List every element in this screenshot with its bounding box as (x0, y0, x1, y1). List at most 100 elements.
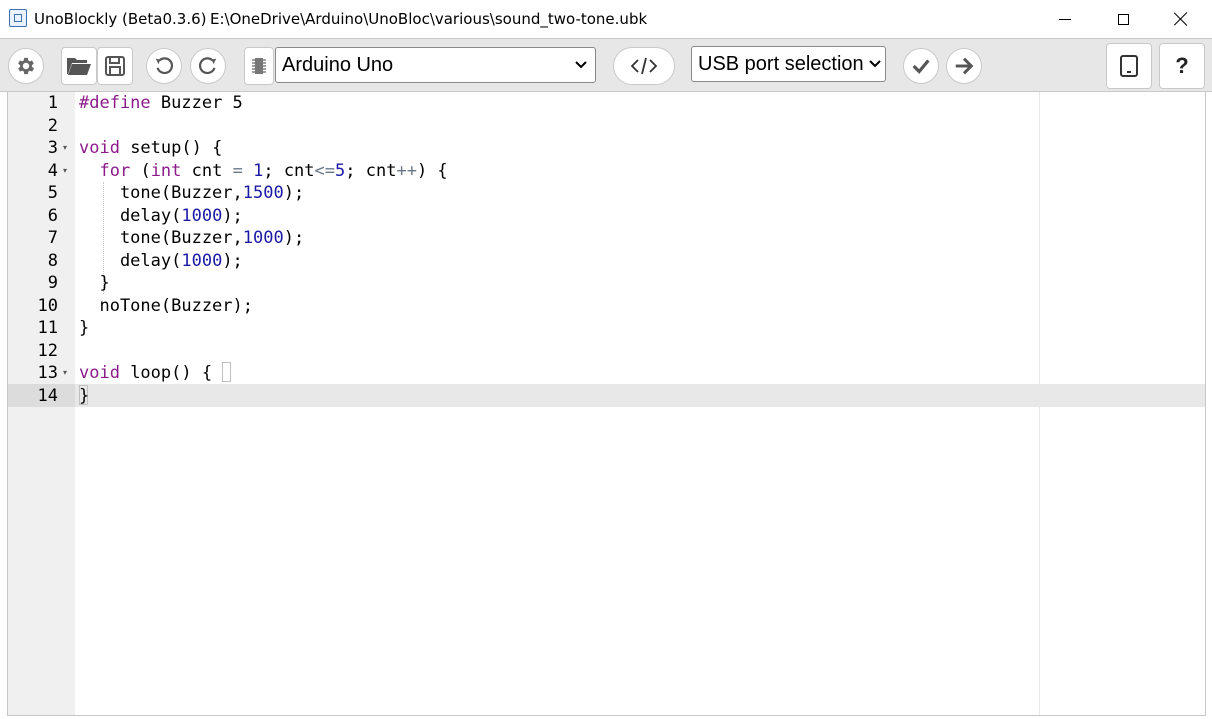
fold-arrow-icon[interactable]: ▾ (63, 137, 67, 160)
code-line[interactable]: 11} (8, 317, 1205, 340)
code-line[interactable]: 10 noTone(Buzzer); (8, 295, 1205, 318)
code-line[interactable]: 4 ▾ for (int cnt = 1; cnt<=5; cnt++) { (8, 160, 1205, 183)
code-line[interactable]: 7 tone(Buzzer,1000); (8, 227, 1205, 250)
code-text: delay(1000); (79, 205, 243, 228)
save-button[interactable] (97, 47, 133, 85)
open-file-button[interactable] (61, 47, 97, 85)
maximize-button[interactable] (1094, 0, 1152, 38)
verify-button[interactable] (903, 48, 939, 84)
code-token: ++ (396, 160, 417, 181)
code-text: } (79, 385, 89, 408)
redo-button[interactable] (190, 48, 226, 84)
code-line[interactable]: 12 (8, 340, 1205, 363)
code-line[interactable]: 13 ▾ void loop() { (8, 362, 1205, 385)
code-token: 1 (253, 160, 264, 181)
redo-icon (199, 57, 217, 75)
code-token: ) { (416, 160, 448, 181)
code-token: ); (222, 205, 243, 226)
code-text: tone(Buzzer,1000); (79, 227, 304, 250)
code-token: } (79, 273, 110, 293)
code-token: = (232, 160, 243, 181)
line-number: 3 (47, 138, 58, 158)
code-text: noTone(Buzzer); (79, 295, 253, 318)
settings-button[interactable] (8, 48, 44, 84)
code-line[interactable]: 8 delay(1000); (8, 250, 1205, 273)
line-number: 2 (47, 115, 58, 136)
fold-arrow-icon[interactable]: ▾ (63, 160, 67, 183)
code-text: void loop() { (79, 362, 212, 385)
code-token: Buzzer 5 (150, 93, 243, 113)
code-text: #define Buzzer 5 (79, 92, 243, 115)
code-token: ; cnt (263, 160, 315, 181)
code-text: tone(Buzzer,1500); (79, 182, 304, 205)
help-icon: ? (1175, 53, 1189, 78)
code-token: } (79, 318, 90, 338)
gear-icon (18, 57, 34, 75)
line-number: 10 (37, 295, 58, 316)
line-number: 5 (47, 183, 58, 203)
save-icon (105, 56, 125, 76)
code-line[interactable]: 2 (8, 115, 1205, 138)
code-token: setup() { (119, 138, 223, 158)
code-token: ); (222, 250, 243, 271)
code-token: delay( (79, 250, 182, 271)
code-line[interactable]: 3 ▾ void setup() { (8, 137, 1205, 160)
code-token: 1000 (181, 250, 223, 271)
code-token: ); (283, 183, 305, 203)
code-token: ( (130, 160, 151, 181)
code-line[interactable]: 5 tone(Buzzer,1500); (8, 182, 1205, 205)
undo-button[interactable] (146, 48, 182, 84)
code-token: loop() { (119, 363, 213, 383)
line-number: 4 (47, 160, 58, 181)
serial-monitor-button[interactable] (1106, 43, 1152, 89)
code-view-button[interactable] (613, 47, 675, 85)
check-icon (912, 59, 930, 74)
code-token: delay( (79, 205, 182, 226)
board-select[interactable]: Arduino Uno (275, 47, 596, 83)
code-token: noTone(Buzzer); (79, 295, 253, 316)
code-text: for (int cnt = 1; cnt<=5; cnt++) { (79, 160, 448, 183)
code-token: 1000 (242, 228, 284, 248)
undo-icon (155, 57, 173, 75)
code-line[interactable]: 1 #define Buzzer 5 (8, 92, 1205, 115)
line-number: 9 (47, 273, 58, 293)
code-token: void (79, 138, 120, 158)
code-token: #define (79, 93, 151, 113)
code-text: } (79, 272, 110, 295)
fold-arrow-icon[interactable]: ▾ (63, 362, 67, 385)
line-number: 6 (47, 205, 58, 226)
board-chip-button[interactable] (244, 47, 274, 85)
port-select[interactable]: USB port selection (691, 46, 886, 82)
code-token: 5 (335, 160, 346, 181)
line-number: 13 (37, 363, 58, 383)
title-bar: UnoBlockly (Beta0.3.6) E:\OneDrive\Ardui… (0, 0, 1212, 38)
line-number: 7 (47, 228, 58, 248)
port-select-value: USB port selection (698, 52, 864, 75)
line-number: 12 (37, 340, 58, 361)
close-button[interactable] (1152, 0, 1210, 38)
app-title: UnoBlockly (Beta0.3.6) (34, 10, 207, 28)
code-token: cnt (181, 160, 233, 181)
line-number: 8 (47, 250, 58, 271)
code-text: delay(1000); (79, 250, 243, 273)
upload-button[interactable] (946, 48, 982, 84)
code-icon (630, 57, 658, 75)
code-editor[interactable]: 1 #define Buzzer 5 2 3 ▾ void setup() {4 ▾ for… (7, 92, 1206, 716)
code-token: 1000 (181, 205, 223, 226)
toolbar: Arduino Uno USB port selection ? (0, 38, 1212, 92)
minimize-button[interactable] (1036, 0, 1094, 38)
code-token: } (79, 385, 90, 406)
code-token: void (79, 363, 120, 383)
code-token: tone(Buzzer, (79, 228, 243, 248)
code-line[interactable]: 6 delay(1000); (8, 205, 1205, 228)
code-line[interactable]: 14} (8, 385, 1205, 408)
chip-icon (252, 58, 266, 74)
chevron-down-icon (869, 60, 881, 68)
help-button[interactable]: ? (1159, 43, 1205, 89)
line-number: 11 (37, 318, 58, 338)
line-number: 14 (37, 385, 58, 406)
app-logo-icon (9, 9, 27, 27)
code-line[interactable]: 9 } (8, 272, 1205, 295)
